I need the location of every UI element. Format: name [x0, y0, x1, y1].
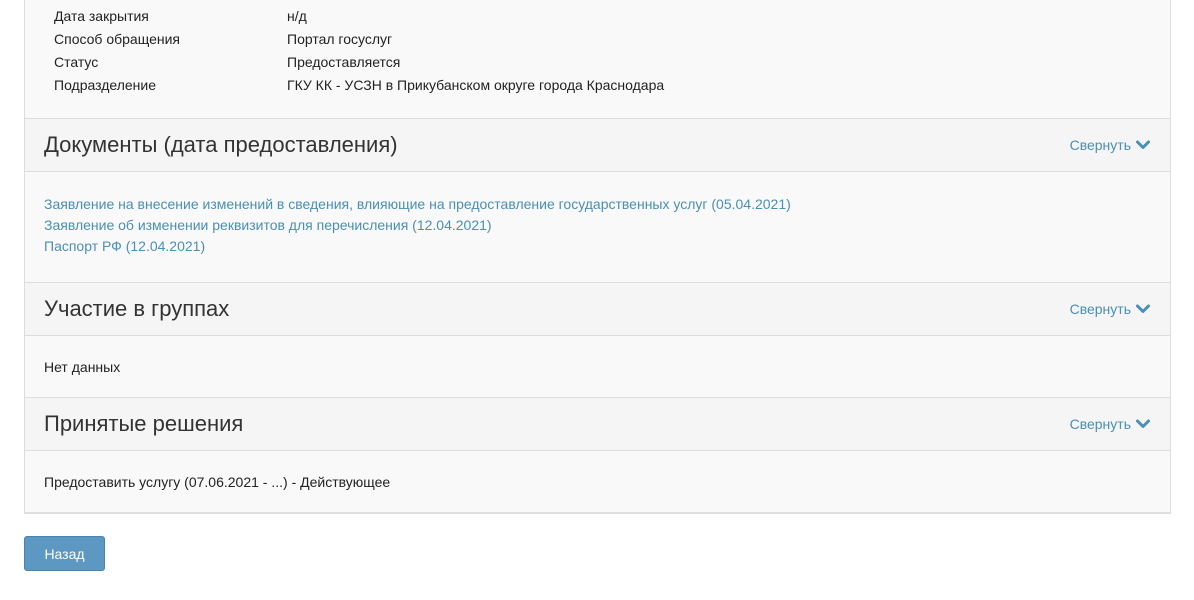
documents-header: Документы (дата предоставления) Свернуть — [25, 119, 1170, 172]
info-row-department: Подразделение ГКУ КК - УСЗН в Прикубанск… — [25, 73, 1170, 96]
document-link[interactable]: Паспорт РФ (12.04.2021) — [44, 236, 1151, 257]
groups-header: Участие в группах Свернуть — [25, 283, 1170, 336]
decisions-header: Принятые решения Свернуть — [25, 398, 1170, 451]
chevron-down-icon — [1136, 419, 1150, 428]
collapse-label: Свернуть — [1069, 416, 1131, 432]
decisions-text: Предоставить услугу (07.06.2021 - ...) -… — [44, 473, 391, 490]
chevron-down-icon — [1136, 140, 1150, 149]
details-panel: Дата закрытия н/д Способ обращения Порта… — [24, 0, 1171, 514]
info-value: Предоставляется — [287, 53, 401, 70]
collapse-label: Свернуть — [1069, 137, 1131, 153]
info-value: н/д — [287, 7, 307, 24]
info-row-close-date: Дата закрытия н/д — [25, 4, 1170, 27]
back-button[interactable]: Назад — [24, 536, 105, 571]
decisions-title: Принятые решения — [44, 411, 244, 436]
groups-text: Нет данных — [44, 358, 121, 375]
documents-collapse-link[interactable]: Свернуть — [1070, 137, 1150, 153]
decisions-collapse-link[interactable]: Свернуть — [1070, 416, 1150, 432]
document-link[interactable]: Заявление на внесение изменений в сведен… — [44, 194, 1151, 215]
collapse-label: Свернуть — [1069, 301, 1131, 317]
service-details: Дата закрытия н/д Способ обращения Порта… — [24, 0, 1171, 514]
document-link[interactable]: Заявление об изменении реквизитов для пе… — [44, 215, 1151, 236]
documents-body: Заявление на внесение изменений в сведен… — [25, 172, 1170, 283]
info-row-status: Статус Предоставляется — [25, 50, 1170, 73]
info-label: Способ обращения — [54, 30, 180, 47]
info-value: Портал госуслуг — [287, 30, 393, 47]
info-value: ГКУ КК - УСЗН в Прикубанском округе горо… — [287, 76, 665, 93]
info-section: Дата закрытия н/д Способ обращения Порта… — [25, 0, 1170, 119]
groups-collapse-link[interactable]: Свернуть — [1070, 301, 1150, 317]
info-label: Подразделение — [54, 76, 157, 93]
groups-title: Участие в группах — [44, 296, 230, 321]
documents-title: Документы (дата предоставления) — [44, 132, 398, 157]
info-row-request-method: Способ обращения Портал госуслуг — [25, 27, 1170, 50]
decisions-body: Предоставить услугу (07.06.2021 - ...) -… — [25, 451, 1170, 513]
groups-body: Нет данных — [25, 336, 1170, 398]
info-label: Статус — [54, 53, 99, 70]
info-label: Дата закрытия — [54, 7, 149, 24]
chevron-down-icon — [1136, 304, 1150, 313]
